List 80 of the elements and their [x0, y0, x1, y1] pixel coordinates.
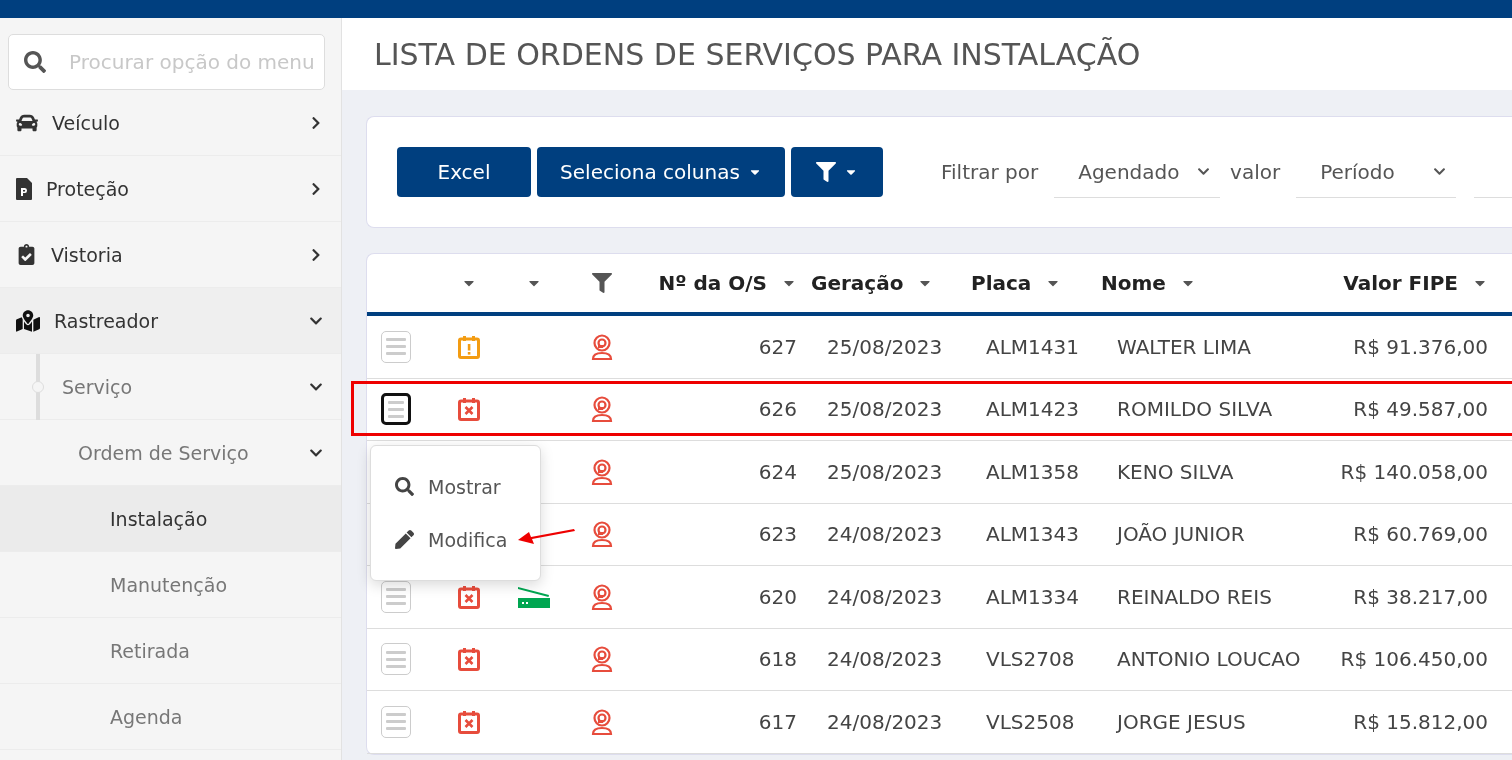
- menu-item[interactable]: Rastreador: [0, 288, 341, 354]
- row-menu-button[interactable]: [381, 393, 411, 426]
- menu-option[interactable]: Modifica: [371, 513, 540, 567]
- menu-item[interactable]: Manutenção: [0, 552, 341, 618]
- table-cell-text: ALM1423: [985, 397, 1080, 422]
- table-cell-text: R$ 49.587,00: [1352, 397, 1488, 422]
- excel-button[interactable]: Excel: [397, 147, 531, 197]
- search-icon: [395, 477, 414, 497]
- headset-person-icon: [590, 458, 614, 485]
- columns-button[interactable]: Seleciona colunas: [537, 147, 785, 197]
- tree-line-drawing: [32, 354, 44, 420]
- map-marker-icon: [16, 308, 40, 333]
- table-cell-text: R$ 106.450,00: [1339, 647, 1488, 672]
- menu-option-label: Mostrar: [428, 475, 501, 498]
- pencil-icon: [395, 530, 414, 550]
- table-cell-text: 25/08/2023: [826, 397, 944, 422]
- table-cell-text: 24/08/2023: [826, 584, 944, 609]
- table-cell-text: ALM1343: [985, 522, 1080, 547]
- table-cell-text: 24/08/2023: [826, 647, 944, 672]
- menu-option[interactable]: Mostrar: [371, 460, 540, 514]
- filter-select[interactable]: Agendado: [1054, 146, 1221, 198]
- table-cell-text: ALM1358: [985, 459, 1080, 484]
- table-cell-text: 24/08/2023: [826, 522, 944, 547]
- table-cell-text: VLS2708: [985, 647, 1076, 672]
- table-cell-text: 25/08/2023: [826, 334, 944, 359]
- headset-person-icon: [590, 708, 614, 735]
- table-cell-text: VLS2508: [985, 709, 1076, 734]
- table-cell-text: 624: [757, 459, 797, 484]
- search-icon: [24, 51, 46, 73]
- filter-button[interactable]: [791, 147, 883, 197]
- menu-item[interactable]: Serviço: [0, 354, 341, 420]
- headset-person-icon: [590, 583, 614, 610]
- table-cell-text: R$ 15.812,00: [1352, 709, 1488, 734]
- table-cell-text: 626: [757, 397, 797, 422]
- headset-person-icon: [590, 646, 614, 673]
- column-header[interactable]: Nome: [1101, 271, 1166, 295]
- menu-item[interactable]: Veículo: [0, 90, 341, 156]
- page-title: LISTA DE ORDENS DE SERVIÇOS PARA INSTALAÇÃO: [374, 36, 1141, 72]
- table-cell-text: 618: [757, 647, 797, 672]
- table-cell-text: JORGE JESUS: [1115, 709, 1247, 734]
- column-header[interactable]: Placa: [971, 271, 1032, 295]
- table-cell-text: 25/08/2023: [826, 459, 944, 484]
- table-cell-text: R$ 91.376,00: [1352, 334, 1488, 359]
- table-cell-text: 617: [757, 709, 797, 734]
- table-cell-text: 620: [757, 584, 797, 609]
- table-cell-text: ANTONIO LOUCAO: [1116, 647, 1302, 672]
- headset-person-icon: [590, 521, 614, 548]
- menu-item[interactable]: Retirada: [0, 618, 341, 684]
- filter-icon: [816, 162, 836, 182]
- table-cell-text: R$ 38.217,00: [1352, 584, 1488, 609]
- table-cell-text: ALM1431: [985, 334, 1080, 359]
- headset-person-icon: [590, 396, 614, 423]
- column-header[interactable]: Valor FIPE: [1343, 271, 1458, 295]
- table-cell-text: 24/08/2023: [826, 709, 944, 734]
- chevron-down-icon: [1433, 165, 1447, 178]
- table-cell-text: 627: [757, 334, 797, 359]
- column-header[interactable]: Nº da O/S: [658, 271, 767, 295]
- clipboard-check-icon: [16, 244, 37, 265]
- column-header[interactable]: Geração: [811, 271, 904, 295]
- table-cell-text: WALTER LIMA: [1116, 334, 1252, 359]
- menu-option-label: Modifica: [428, 528, 508, 551]
- menu-item[interactable]: Instalação: [0, 486, 341, 552]
- headset-person-icon: [590, 333, 614, 360]
- chevron-down-icon: [1197, 165, 1211, 178]
- period-select[interactable]: Período: [1296, 146, 1457, 198]
- filter-label: Filtrar por: [941, 160, 1039, 184]
- table-cell-text: ALM1334: [985, 584, 1080, 609]
- table-cell-text: 623: [757, 522, 797, 547]
- filter-icon[interactable]: [592, 273, 612, 293]
- table-cell-text: REINALDO REIS: [1116, 584, 1273, 609]
- table-cell-text: R$ 60.769,00: [1352, 522, 1488, 547]
- document-icon: [16, 177, 32, 200]
- table-cell-text: ROMILDO SILVA: [1116, 397, 1274, 422]
- value-label: valor: [1230, 160, 1281, 184]
- menu-item[interactable]: Proteção: [0, 156, 341, 222]
- scanner-icon: [518, 585, 550, 608]
- table-cell-text: JOÃO JUNIOR: [1115, 522, 1246, 547]
- menu-item[interactable]: Agenda: [0, 684, 341, 750]
- table-cell-text: KENO SILVA: [1116, 459, 1235, 484]
- table-cell-text: R$ 140.058,00: [1339, 459, 1488, 484]
